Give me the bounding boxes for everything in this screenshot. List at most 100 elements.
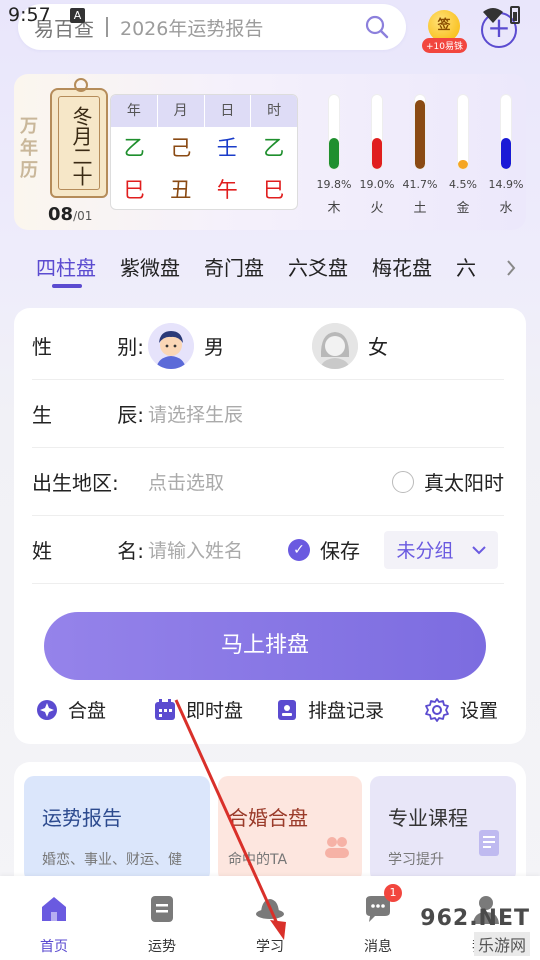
tab-ziwei[interactable]: 紫微盘	[120, 252, 180, 281]
chevron-down-icon	[471, 545, 486, 554]
quick-records[interactable]: 排盘记录	[276, 696, 384, 723]
feature-subtitle: 婚恋、事业、财运、健	[42, 852, 182, 868]
feature-courses[interactable]: 专业课程 学习提升	[370, 776, 516, 882]
nav-study[interactable]: 学习	[240, 894, 300, 956]
birth-time-row[interactable]: 生 辰: 请选择生辰	[32, 380, 504, 448]
quick-instant[interactable]: 即时盘	[154, 696, 243, 723]
name-label-char: 姓	[32, 539, 52, 563]
quick-combine[interactable]: 合盘	[36, 696, 106, 723]
watermark-sub: 乐游网	[473, 932, 530, 956]
scroll-icon	[479, 830, 499, 856]
pillar-header-hour: 时	[267, 103, 282, 119]
stem-cell: 壬	[216, 136, 238, 160]
name-label-char: 名:	[117, 539, 144, 563]
male-avatar-icon	[148, 322, 194, 369]
true-solar-time-toggle[interactable]: 真太阳时	[392, 467, 504, 496]
element-bar-fill	[372, 137, 382, 169]
quick-settings-label: 设置	[460, 700, 499, 722]
tab-liuyao[interactable]: 六爻盘	[288, 252, 348, 281]
chevron-right-icon[interactable]	[503, 256, 519, 280]
tab-qimen[interactable]: 奇门盘	[204, 252, 264, 281]
branch-cell: 巳	[123, 178, 145, 202]
chart-type-tabs: 四柱盘 紫微盘 奇门盘 六爻盘 梅花盘 六	[36, 252, 500, 281]
element-wood: 19.8% 木	[314, 94, 354, 216]
tab-active-indicator	[52, 284, 82, 288]
element-bar-fill	[415, 100, 425, 169]
element-name: 金	[456, 201, 470, 216]
pillar-header-month: 月	[158, 95, 205, 127]
stem-cell: 乙	[263, 136, 285, 160]
save-toggle[interactable]: ✓ 保存	[288, 535, 360, 564]
five-elements-chart: 19.8% 木 19.0% 火 41.7% 土 4.5% 金 14.9% 水	[314, 94, 524, 224]
status-icons	[482, 6, 520, 24]
group-select-value: 未分组	[396, 540, 454, 562]
search-divider	[106, 17, 108, 37]
element-pct: 19.0%	[359, 178, 395, 191]
birth-label-char: 辰:	[117, 403, 144, 427]
quick-settings[interactable]: 设置	[424, 696, 498, 723]
save-check-icon[interactable]: ✓	[288, 538, 310, 561]
element-name: 水	[499, 201, 513, 216]
gender-label-char: 别:	[117, 335, 144, 359]
gender-label-char: 性	[32, 335, 52, 359]
nav-home[interactable]: 首页	[24, 894, 84, 956]
gender-male-option[interactable]: 男	[148, 322, 224, 369]
signin-button[interactable]: 签 +10易铢	[420, 10, 468, 54]
birthplace-row: 出生地区: 点击选取 真太阳时	[32, 448, 504, 516]
birth-label-char: 生	[32, 403, 52, 427]
true-solar-radio[interactable]	[392, 470, 414, 493]
birthplace-field[interactable]: 点击选取	[148, 468, 392, 495]
element-water: 14.9% 水	[486, 94, 526, 216]
element-bar-fill	[458, 160, 468, 169]
calendar-card[interactable]: 万年历 冬月二十 08/01 年 月 日 时 乙 己 壬 乙 巳 丑 午 巳 1…	[14, 74, 526, 230]
home-icon	[42, 897, 66, 921]
element-pct: 14.9%	[488, 178, 524, 191]
feature-fortune-report[interactable]: 运势报告 婚恋、事业、财运、健	[24, 776, 210, 882]
lunar-date: 冬月二十	[69, 106, 93, 186]
search-input[interactable]: 2026年运势报告	[120, 14, 364, 41]
birth-time-field[interactable]: 请选择生辰	[148, 400, 243, 427]
nav-label: 消息	[364, 939, 392, 955]
signin-badge: +10易铢	[422, 38, 467, 53]
group-select[interactable]: 未分组	[384, 530, 498, 569]
feature-marriage-match[interactable]: 合婚合盘 命中的TA	[218, 776, 362, 882]
element-fire: 19.0% 火	[357, 94, 397, 216]
quick-combine-label: 合盘	[68, 700, 107, 722]
start-chart-button[interactable]: 马上排盘	[44, 612, 486, 680]
stem-cell: 己	[170, 136, 192, 160]
nav-fortune[interactable]: 运势	[132, 894, 192, 956]
graduation-cap-icon	[256, 899, 284, 919]
branch-cell: 巳	[263, 178, 285, 202]
quick-instant-label: 即时盘	[186, 700, 244, 722]
feature-title: 运势报告	[42, 806, 122, 830]
calendar-side-label: 万年历	[20, 116, 38, 181]
calendar-icon	[155, 698, 175, 720]
nav-messages[interactable]: 消息 1	[348, 884, 408, 956]
tab-meihua[interactable]: 梅花盘	[372, 252, 432, 281]
birth-info-form: 性 别: 男 女 生 辰: 请选择生辰 出生地区: 点击选取 真太阳时 姓 名: 请…	[14, 308, 526, 744]
four-pillars-table: 年 月 日 时 乙 己 壬 乙 巳 丑 午 巳	[110, 94, 298, 210]
name-input[interactable]: 请输入姓名	[148, 536, 288, 563]
stem-cell: 乙	[123, 136, 145, 160]
status-indicator-icon: A	[70, 8, 85, 23]
element-pct: 19.8%	[316, 178, 352, 191]
combine-icon	[37, 699, 57, 720]
gender-female-option[interactable]: 女	[312, 322, 388, 369]
pillar-header-year: 年	[111, 95, 158, 127]
element-bar-fill	[501, 137, 511, 169]
records-icon	[278, 699, 296, 720]
save-label: 保存	[320, 539, 360, 563]
tab-liu-partial[interactable]: 六	[456, 252, 476, 281]
solar-month: /01	[73, 209, 93, 223]
male-label: 男	[204, 335, 224, 359]
battery-icon	[510, 6, 520, 24]
birthplace-label: 出生地区:	[32, 471, 119, 495]
document-icon	[151, 896, 173, 922]
quick-records-label: 排盘记录	[308, 700, 385, 722]
status-time: 9:57	[8, 4, 51, 26]
branch-cell: 午	[216, 178, 238, 202]
female-label: 女	[368, 335, 388, 359]
element-name: 木	[327, 201, 341, 216]
search-icon[interactable]	[364, 14, 390, 40]
tab-sizhu[interactable]: 四柱盘	[36, 252, 96, 281]
